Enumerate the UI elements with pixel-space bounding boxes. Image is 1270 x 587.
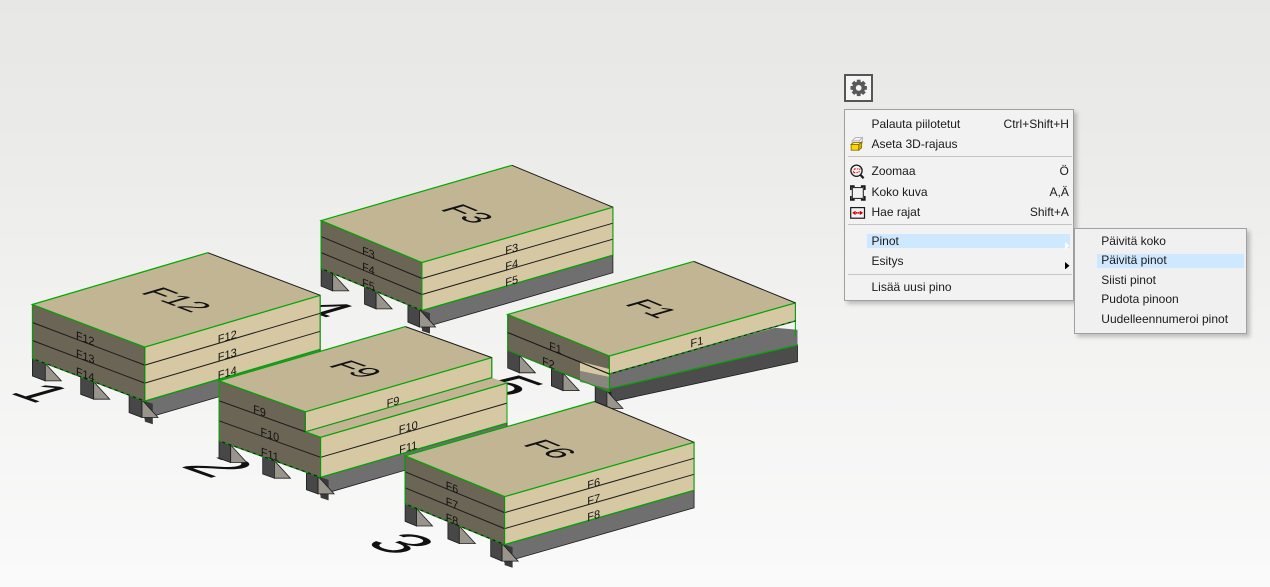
svg-text:3: 3 [349,527,455,560]
svg-text:1: 1 [0,379,87,407]
